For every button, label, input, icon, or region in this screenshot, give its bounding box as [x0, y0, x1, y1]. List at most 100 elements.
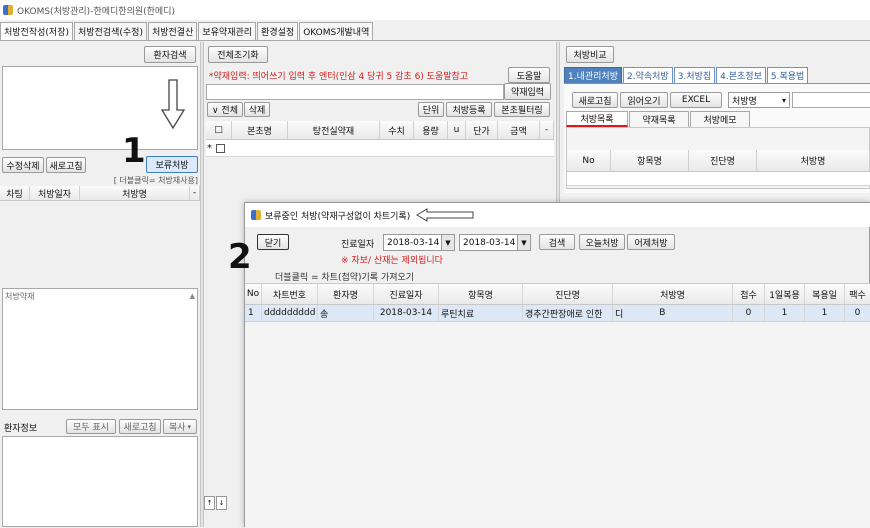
tab-herb-info[interactable]: 4.본초정보: [716, 67, 766, 83]
right-grid-row: [567, 172, 870, 186]
dblclick-reuse-hint: [ 더블클릭= 처방재사용]: [113, 176, 198, 185]
col-amount: 금액: [498, 121, 540, 139]
col-more: -: [190, 186, 200, 200]
herb-grid-new-row[interactable]: *: [206, 140, 554, 157]
hold-rx-dialog: 보류중인 처방(약재구성없이 차트기록) 닫기 진료일자 2018-03-14 …: [228, 202, 870, 528]
rx-name-select[interactable]: 처방명 ▾: [728, 92, 790, 108]
patient-search-button[interactable]: 환자검색: [144, 46, 196, 63]
date-from-picker[interactable]: 2018-03-14 ▼: [383, 234, 455, 251]
col-chart-no: 차트번호: [262, 284, 318, 304]
copy-button[interactable]: 복사 ▾: [163, 419, 197, 434]
app-icon: [3, 5, 13, 15]
col-rx-name: 처방명: [80, 186, 190, 200]
herb-input-button[interactable]: 약재입력: [504, 83, 551, 100]
cell-visit-date: 2018-03-14: [374, 305, 439, 321]
col-dose: 용량: [414, 121, 448, 139]
col-item-name: 항목명: [611, 150, 689, 171]
menu-herb-stock[interactable]: 보유약재관리: [198, 22, 257, 40]
chevron-down-icon: ▾: [187, 422, 192, 431]
delete-button[interactable]: 삭제: [244, 102, 270, 117]
scroll-up-icon[interactable]: ↑: [204, 496, 215, 510]
col-packs: 첩수: [733, 284, 765, 304]
date-to-value: 2018-03-14: [463, 237, 516, 248]
cell-item-name: 루틴치료: [439, 305, 523, 321]
menu-dev-history[interactable]: OKOMS개발내역: [299, 22, 374, 40]
unit-button[interactable]: 단위: [418, 102, 444, 117]
select-all-button[interactable]: ∨ 전체: [207, 102, 243, 117]
dialog-title: 보류중인 처방(약재구성없이 차트기록): [265, 211, 411, 222]
rx-register-button[interactable]: 처방등록: [446, 102, 492, 117]
col-unit-price: 단가: [466, 121, 498, 139]
herb-input-hint: *약재입력: 띄어쓰기 입력 후 엔터(인삼 4 당귀 5 감초 6) 도움말참…: [209, 72, 469, 82]
hold-rx-button[interactable]: 보류처방: [146, 156, 198, 173]
col-dose-days: 복용일: [805, 284, 845, 304]
splitter-left[interactable]: [200, 42, 204, 527]
scroll-down-icon[interactable]: ↓: [216, 496, 227, 510]
tab-rx-collection[interactable]: 3.처방집: [673, 67, 716, 83]
patient-info-label: 환자정보: [4, 424, 38, 434]
window-title: OKOMS(처방관리)-한메디한의원(한메디): [17, 6, 175, 17]
rx-compare-button[interactable]: 처방비교: [566, 46, 614, 63]
search-button[interactable]: 검색: [539, 234, 575, 250]
dialog-title-bar: 보류중인 처방(약재구성없이 차트기록): [245, 203, 870, 227]
copy-label: 복사: [168, 423, 186, 433]
col-rx-name: 처방명: [757, 150, 870, 171]
cell-rx-name: 디B: [613, 305, 733, 321]
right-refresh-button[interactable]: 새로고침: [572, 92, 618, 108]
info-refresh-button[interactable]: 새로고침: [119, 419, 161, 434]
subtab-rx-memo[interactable]: 처방메모: [690, 111, 750, 127]
cell-packs: 0: [733, 305, 765, 321]
herb-filter-button[interactable]: 본초필터링: [494, 102, 550, 117]
scroll-up-icon[interactable]: ▲: [190, 292, 195, 300]
edit-delete-button[interactable]: 수정삭제: [2, 157, 44, 173]
subtab-rx-list[interactable]: 처방목록: [566, 111, 628, 127]
menu-rx-write[interactable]: 처방전작성(저장): [0, 22, 73, 40]
row-checkbox[interactable]: [216, 143, 225, 153]
cell-dose-days: 1: [805, 305, 845, 321]
col-no: No: [567, 150, 611, 171]
menu-rx-settle[interactable]: 처방전결산: [147, 22, 198, 40]
title-bar: OKOMS(처방관리)-한메디한의원(한메디): [0, 0, 870, 20]
help-button[interactable]: 도움말: [508, 67, 550, 83]
left-refresh-button[interactable]: 새로고침: [46, 157, 86, 173]
date-from-value: 2018-03-14: [387, 237, 440, 248]
col-u: u: [448, 121, 466, 139]
yesterday-rx-button[interactable]: 어제처방: [627, 234, 675, 250]
menu-rx-search[interactable]: 처방전검색(수정): [73, 22, 147, 40]
today-rx-button[interactable]: 오늘처방: [579, 234, 625, 250]
subtab-rx-list-label: 처방목록: [580, 115, 614, 125]
cell-patient-name: 송: [318, 305, 374, 321]
chevron-down-icon[interactable]: ▼: [517, 235, 530, 250]
date-to-picker[interactable]: 2018-03-14 ▼: [459, 234, 531, 251]
right-subtabs: 처방목록 약재목록 처방메모: [566, 111, 751, 127]
col-charting: 차팅: [0, 186, 30, 200]
right-tabs: 1.내관리처방 2.약속처방 3.처방집 4.본초정보 5.복용법: [564, 67, 809, 83]
excel-button[interactable]: EXCEL: [670, 92, 722, 108]
cell-diagnosis: 경추간판장애로 인한: [523, 305, 613, 321]
rx-search-field[interactable]: [792, 92, 870, 108]
cell-rx-name-main: B: [659, 308, 666, 318]
annotation-1: 1: [122, 131, 146, 171]
cell-daily-dose: 1: [765, 305, 805, 321]
herb-input-field[interactable]: [206, 84, 504, 100]
load-button[interactable]: 읽어오기: [620, 92, 668, 108]
close-button[interactable]: 닫기: [257, 234, 289, 250]
menu-settings[interactable]: 환경설정: [257, 22, 299, 40]
show-all-button[interactable]: 모두 표시: [66, 419, 116, 434]
reset-all-button[interactable]: 전체초기화: [208, 46, 268, 63]
patient-info-area[interactable]: [2, 436, 198, 527]
chevron-down-icon: ▾: [781, 95, 786, 105]
table-row[interactable]: 1 ddddddddd 송 2018-03-14 루틴치료 경추간판장애로 인한…: [245, 305, 870, 322]
chevron-down-icon[interactable]: ▼: [441, 235, 454, 250]
new-row-marker: *: [207, 142, 212, 154]
menu-line: [0, 40, 870, 41]
middle-bottom-scroll[interactable]: ↑ ↓: [204, 496, 228, 512]
date-label: 진료일자: [341, 240, 375, 250]
tab-my-rx[interactable]: 1.내관리처방: [564, 67, 622, 83]
herb-grid-header: □ 본초명 탕전실약재 수치 용량 u 단가 금액 -: [206, 121, 554, 140]
history-header: 차팅 처방일자 처방명 -: [0, 186, 200, 201]
tab-promise-rx[interactable]: 2.약속처방: [623, 67, 673, 83]
tab-dosage[interactable]: 5.복용법: [766, 67, 809, 83]
herb-textarea[interactable]: 처방약재 ▲: [2, 288, 198, 410]
subtab-herb-list[interactable]: 약재목록: [629, 111, 689, 127]
